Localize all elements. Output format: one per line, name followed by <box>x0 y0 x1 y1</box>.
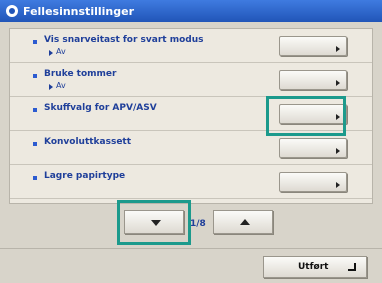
page-counter: 1/8 <box>190 219 206 229</box>
setting-label: Lagre papirtype <box>44 171 126 181</box>
highlight-frame <box>117 200 191 245</box>
setting-button-inches[interactable] <box>279 70 347 90</box>
right-arrow-icon <box>336 148 340 154</box>
settings-icon <box>6 5 18 17</box>
done-label: Utført <box>298 262 329 272</box>
done-button[interactable]: Utført <box>263 256 367 278</box>
page-title: Fellesinnstillinger <box>23 4 134 18</box>
right-arrow-icon <box>336 182 340 188</box>
highlight-frame <box>266 96 346 136</box>
square-bullet-icon <box>33 176 37 180</box>
title-bar: Fellesinnstillinger <box>0 0 382 22</box>
right-arrow-icon <box>336 46 340 52</box>
setting-label: Vis snarveitast for svart modus <box>44 35 204 45</box>
settings-screen: Fellesinnstillinger Vis snarveitast for … <box>0 0 382 283</box>
list-item: Vis snarveitast for svart modus Av <box>10 29 372 63</box>
scroll-up-button[interactable] <box>213 210 273 234</box>
enter-icon <box>348 263 356 271</box>
setting-button-envelope-cassette[interactable] <box>279 138 347 158</box>
setting-label: Konvoluttkassett <box>44 137 132 147</box>
square-bullet-icon <box>33 108 37 112</box>
square-bullet-icon <box>33 142 37 146</box>
square-bullet-icon <box>33 74 37 78</box>
setting-button-paper-type[interactable] <box>279 172 347 192</box>
setting-button-black-mode-shortcut[interactable] <box>279 36 347 56</box>
up-arrow-icon <box>240 219 250 225</box>
list-item: Konvoluttkassett <box>10 131 372 165</box>
list-item: Lagre papirtype <box>10 165 372 199</box>
setting-label: Skuffvalg for APV/ASV <box>44 103 157 113</box>
right-arrow-icon <box>336 80 340 86</box>
setting-value: Av <box>49 81 66 90</box>
list-item: Bruke tommer Av <box>10 63 372 97</box>
setting-value: Av <box>49 47 66 56</box>
setting-label: Bruke tommer <box>44 69 117 79</box>
square-bullet-icon <box>33 40 37 44</box>
